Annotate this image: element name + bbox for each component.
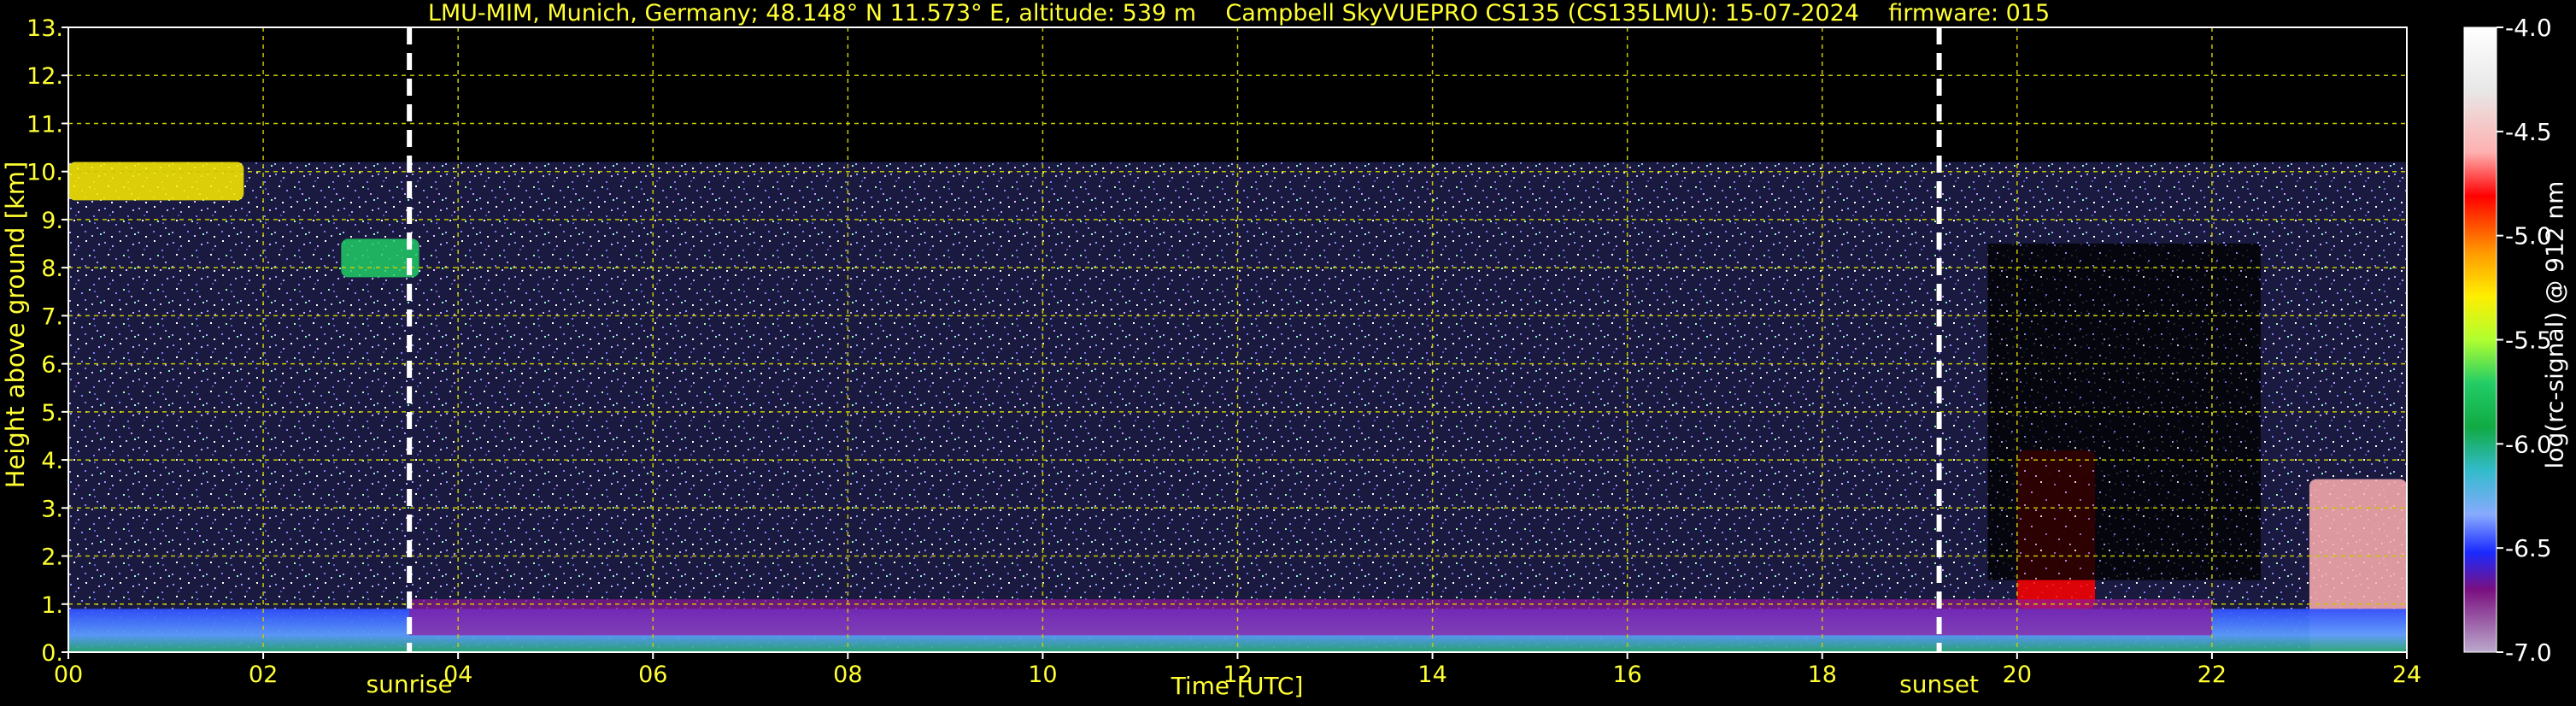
- colorbar-bar: [2463, 26, 2497, 653]
- y-tick-label: 3.: [41, 496, 63, 522]
- y-tick-label: 7.: [41, 303, 63, 330]
- sunset-label: sunset: [1899, 670, 1980, 698]
- x-axis-label: Time [UTC]: [1171, 672, 1304, 700]
- x-tick-label: 08: [833, 662, 862, 688]
- y-tick-label: 6.: [41, 352, 63, 379]
- colorbar-tick-label: -4.5: [2505, 118, 2552, 146]
- colorbar-label: log(rc-signal) @ 912 nm: [2540, 180, 2569, 469]
- x-tick-label: 02: [249, 662, 278, 688]
- colorbar-tick-label: -7.0: [2505, 638, 2552, 667]
- colorbar-tick-label: -4.0: [2505, 14, 2552, 42]
- colorbar-tick-label: -6.5: [2505, 534, 2552, 562]
- backscatter-plot: 00 02 04 06 08 10 12 14 16 18 20 22 240.1.2.3.4.5.6.…: [26, 14, 2552, 688]
- x-tick-label: 24: [2392, 662, 2421, 688]
- ceilometer-figure: LMU-MIM, Munich, Germany; 48.148° N 11.5…: [0, 0, 2576, 706]
- y-tick-label: 4.: [41, 448, 63, 474]
- y-tick-label: 9.: [41, 208, 63, 234]
- y-tick-label: 0.: [41, 640, 63, 667]
- x-tick-label: 14: [1417, 662, 1446, 688]
- x-tick-label: 20: [2003, 662, 2032, 688]
- y-tick-label: 10.: [26, 160, 63, 186]
- y-tick-label: 12.: [26, 63, 63, 90]
- layer-cirrus-2: [68, 162, 244, 201]
- y-tick-label: 11.: [26, 111, 63, 138]
- sunrise-label: sunrise: [366, 670, 453, 698]
- y-tick-label: 13.: [26, 15, 63, 42]
- y-tick-label: 2.: [41, 544, 63, 571]
- x-tick-label: 16: [1612, 662, 1641, 688]
- y-tick-label: 5.: [41, 400, 63, 427]
- colorbar: -4.0-4.5-5.0-5.5-6.0-6.5-7.0: [2463, 14, 2552, 667]
- x-tick-label: 06: [638, 662, 667, 688]
- x-tick-label: 10: [1028, 662, 1057, 688]
- y-tick-label: 8.: [41, 256, 63, 282]
- x-tick-label: 22: [2198, 662, 2227, 688]
- x-tick-label: 18: [1808, 662, 1837, 688]
- y-axis-label: Height above ground [km]: [1, 161, 30, 489]
- y-tick-label: 1.: [41, 592, 63, 619]
